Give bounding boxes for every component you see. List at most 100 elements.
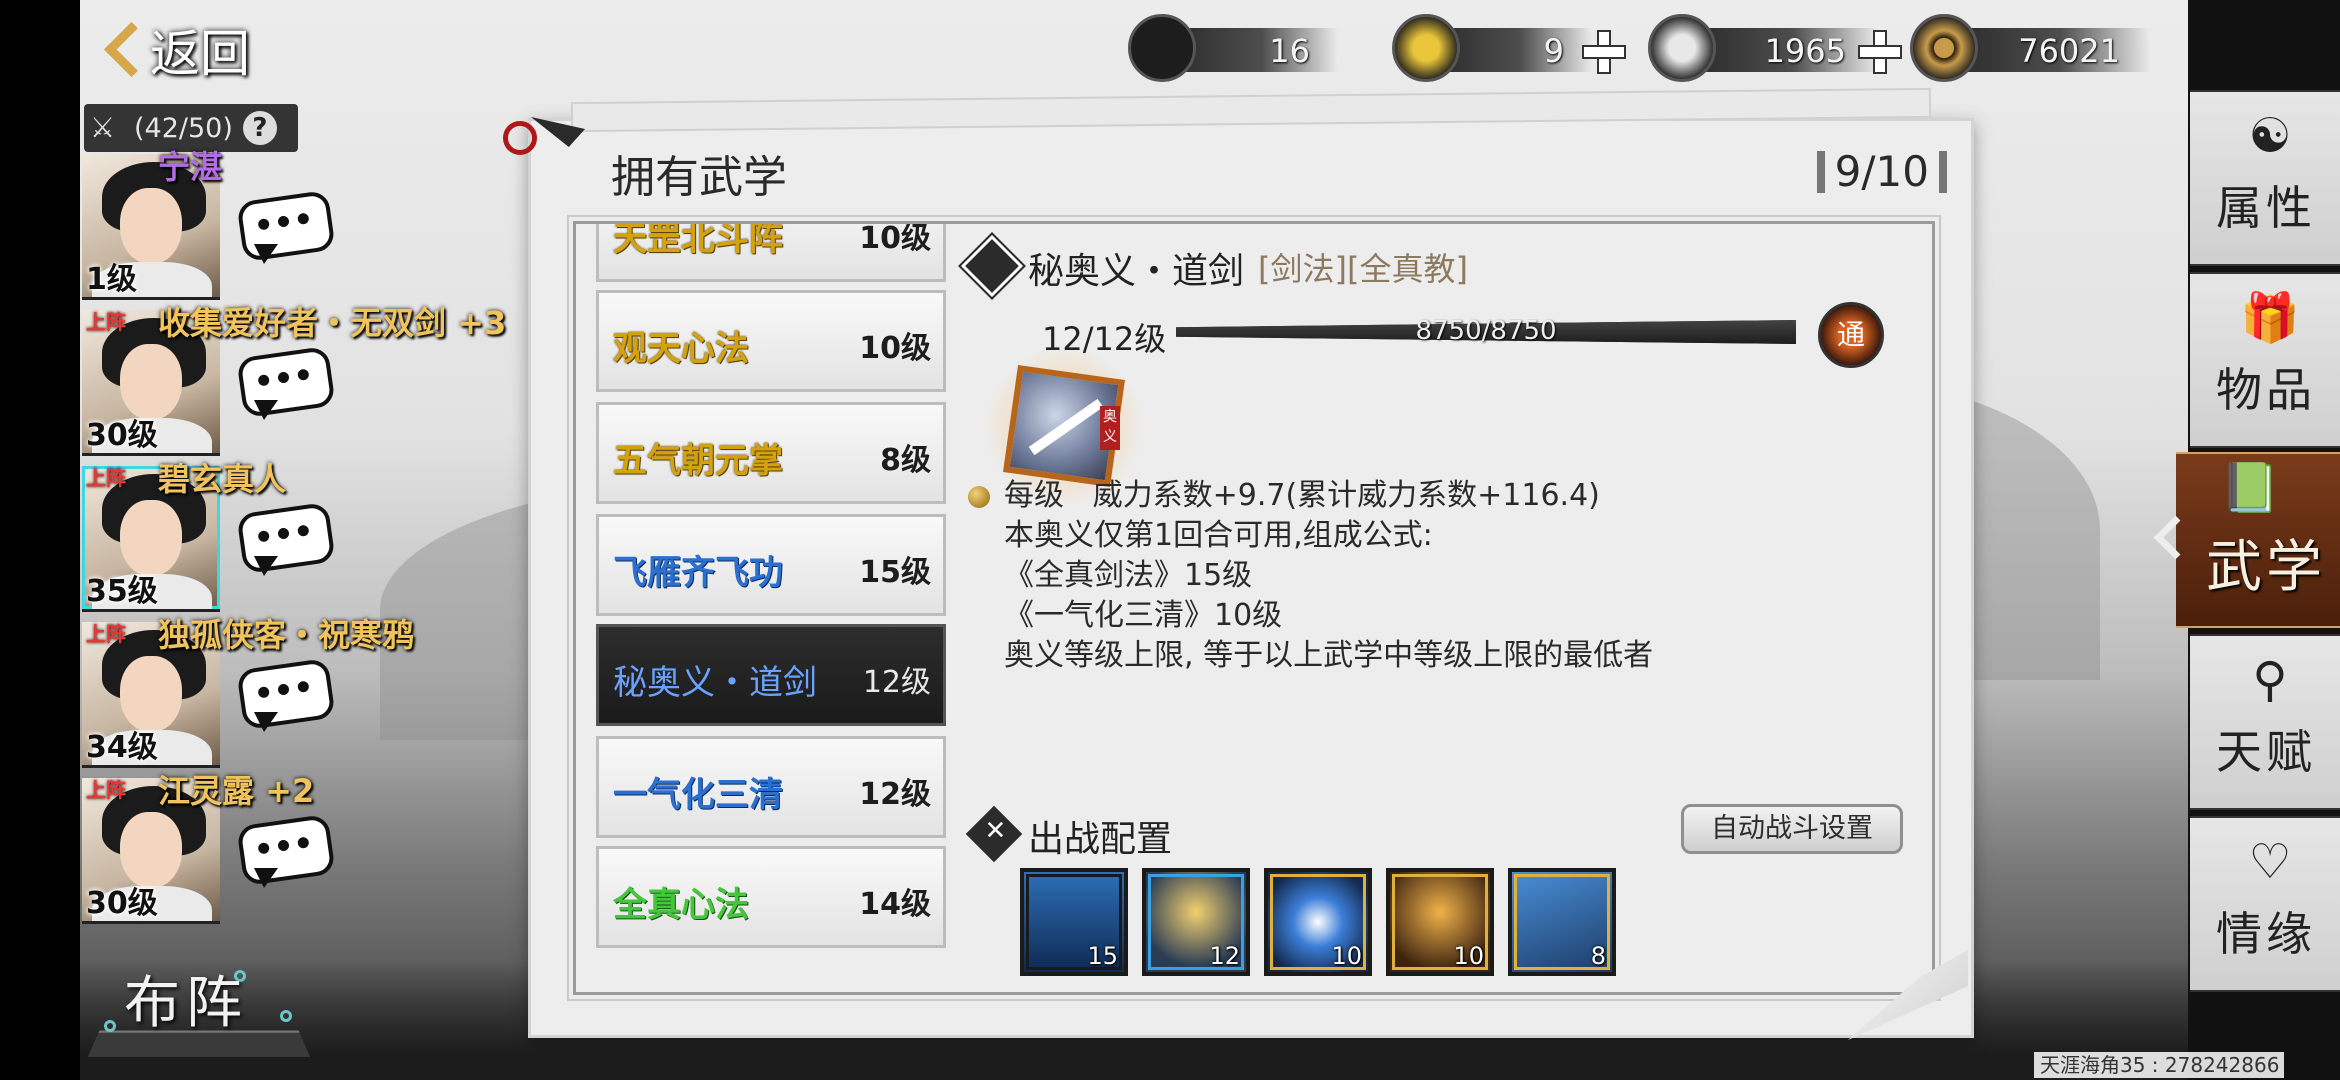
resource-tickets[interactable]: 16 bbox=[1128, 14, 1358, 84]
skill-item[interactable]: 飞雁齐飞功 15级 bbox=[596, 514, 946, 616]
chevron-left-icon bbox=[2148, 508, 2182, 568]
warrior-strike-slot[interactable]: 8 bbox=[1508, 868, 1616, 976]
skill-item[interactable]: 观天心法 10级 bbox=[596, 290, 946, 392]
copper-coin-icon bbox=[1910, 14, 1978, 82]
slot-level: 10 bbox=[1453, 942, 1484, 970]
skill-item-level: 12级 bbox=[862, 665, 931, 700]
skill-detail: 秘奥义・道剑 [剑法][全真教] 12/12级 8750/8750 通 奥义 每… bbox=[958, 224, 1924, 998]
skill-item-level: 12级 bbox=[859, 777, 931, 812]
hero-card[interactable]: 宁湛 1级 bbox=[82, 148, 392, 300]
monk-aura-slot[interactable]: 12 bbox=[1142, 868, 1250, 976]
skill-icon: 奥义 bbox=[984, 346, 1144, 506]
hero-name: 独孤侠客・祝寒鸦 bbox=[158, 616, 415, 654]
tab-label: 属性 bbox=[2216, 181, 2316, 235]
xp-text: 8750/8750 bbox=[1415, 316, 1557, 346]
add-gold-icon[interactable] bbox=[1582, 30, 1626, 74]
formation-label: 布阵 bbox=[124, 971, 248, 1036]
skill-item[interactable]: 全真心法 14级 bbox=[596, 846, 946, 948]
skill-tags: [剑法][全真教] bbox=[1258, 250, 1468, 288]
blue-wave-slot[interactable]: 10 bbox=[1264, 868, 1372, 976]
moon-bullet-icon bbox=[968, 486, 990, 508]
skill-item-name: 秘奥义・道剑 bbox=[613, 663, 817, 703]
resource-value: 76021 bbox=[2018, 32, 2120, 70]
hero-card[interactable]: 上阵 独孤侠客・祝寒鸦 34级 bbox=[82, 616, 414, 768]
tab-talent-node[interactable]: ⚲ 天赋 bbox=[2190, 634, 2340, 810]
formation-button[interactable]: 布阵 bbox=[84, 950, 314, 1060]
slot-level: 10 bbox=[1331, 942, 1362, 970]
ticket-icon bbox=[1128, 14, 1196, 82]
watermark: 天涯海角35 : 278242866 bbox=[2034, 1052, 2284, 1078]
hero-level: 30级 bbox=[86, 886, 158, 921]
tab-heart-knot[interactable]: ♡ 情缘 bbox=[2190, 816, 2340, 992]
heart-knot-icon: ♡ bbox=[2248, 834, 2292, 890]
skill-item[interactable]: 天罡北斗阵 10级 bbox=[596, 224, 946, 282]
hero-name: 江灵露 +2 bbox=[158, 772, 315, 810]
hero-name: 碧玄真人 bbox=[158, 460, 287, 498]
tab-label: 物品 bbox=[2216, 363, 2316, 417]
chat-bubble-icon[interactable] bbox=[236, 501, 336, 580]
chat-bubble-icon[interactable] bbox=[236, 189, 336, 268]
back-button[interactable]: 返回 bbox=[100, 10, 300, 90]
tab-book[interactable]: 📗 武学 bbox=[2176, 452, 2340, 628]
hero-card[interactable]: 上阵 碧玄真人 35级 bbox=[82, 460, 392, 612]
tab-mask[interactable]: ☯ 属性 bbox=[2190, 90, 2340, 266]
deployed-tag: 上阵 bbox=[86, 622, 126, 646]
skill-item-level: 8级 bbox=[880, 443, 931, 478]
skill-item-level: 14级 bbox=[859, 887, 931, 922]
deployed-tag: 上阵 bbox=[86, 778, 126, 802]
gold-bar-icon bbox=[1392, 14, 1460, 82]
skill-item-name: 一气化三清 bbox=[613, 775, 783, 815]
constellation-dot bbox=[280, 1010, 292, 1022]
slot-level: 12 bbox=[1209, 942, 1240, 970]
resource-silver[interactable]: 1965 bbox=[1648, 14, 1908, 84]
skill-list[interactable]: 天罡北斗阵 10级 观天心法 10级 五气朝元掌 8级 飞雁齐飞功 15级 秘奥义・道剑 12级一… bbox=[596, 224, 950, 998]
skill-title: 秘奥义・道剑 bbox=[1028, 251, 1245, 292]
panel-title: 拥有武学 bbox=[611, 152, 787, 203]
mask-icon: ☯ bbox=[2248, 108, 2292, 164]
roster-count-text: (42/50) bbox=[134, 112, 233, 144]
resource-gold[interactable]: 9 bbox=[1392, 14, 1632, 84]
auto-battle-settings-button[interactable]: 自动战斗设置 bbox=[1681, 804, 1903, 854]
hero-name: 宁湛 bbox=[158, 148, 223, 186]
help-button[interactable]: ? bbox=[242, 111, 277, 145]
skill-item-name: 五气朝元掌 bbox=[613, 441, 783, 481]
talent-node-icon: ⚲ bbox=[2252, 652, 2288, 708]
back-label: 返回 bbox=[150, 25, 250, 83]
tab-label: 天赋 bbox=[2216, 725, 2316, 779]
silver-ingot-icon bbox=[1648, 14, 1716, 82]
skill-count: 9/10 bbox=[1816, 147, 1948, 196]
hero-level: 34级 bbox=[86, 730, 158, 765]
martial-arts-panel: 拥有武学 9/10 天罡北斗阵 10级观天心法 10级五气朝元掌 8级飞雁齐飞功 15级… bbox=[503, 87, 1974, 1038]
add-silver-icon[interactable] bbox=[1858, 30, 1902, 74]
chat-bubble-icon[interactable] bbox=[236, 657, 336, 736]
book-icon: 📗 bbox=[2220, 460, 2280, 516]
hero-card[interactable]: 上阵 江灵露 +2 30级 bbox=[82, 772, 392, 924]
skill-item-name: 观天心法 bbox=[613, 329, 749, 369]
skill-item[interactable]: 一气化三清 12级 bbox=[596, 736, 946, 838]
skill-item[interactable]: 秘奥义・道剑 12级 bbox=[596, 624, 946, 726]
skill-item-name: 飞雁齐飞功 bbox=[613, 553, 783, 593]
resource-value: 9 bbox=[1543, 32, 1564, 70]
constellation-dot bbox=[104, 1020, 116, 1032]
skill-item[interactable]: 五气朝元掌 8级 bbox=[596, 402, 946, 504]
diamond-icon bbox=[958, 232, 1026, 300]
roster-icon: ⚔ bbox=[90, 111, 116, 144]
meditation-slot[interactable]: 10 bbox=[1386, 868, 1494, 976]
chat-bubble-icon[interactable] bbox=[236, 345, 336, 424]
resource-coins[interactable]: 76021 bbox=[1910, 14, 2160, 84]
tab-label: 武学 bbox=[2206, 535, 2326, 600]
resource-value: 1965 bbox=[1764, 32, 1846, 70]
tab-gift-box[interactable]: 🎁 物品 bbox=[2190, 272, 2340, 448]
deployed-tag: 上阵 bbox=[86, 310, 126, 334]
hero-level: 35级 bbox=[86, 574, 158, 609]
sword-light-slot[interactable]: 15 bbox=[1020, 868, 1128, 976]
hero-level: 1级 bbox=[86, 262, 137, 297]
tab-label: 情缘 bbox=[2216, 907, 2316, 961]
skill-item-level: 15级 bbox=[859, 555, 931, 590]
mastery-badge[interactable]: 通 bbox=[1818, 302, 1884, 368]
hero-name: 收集爱好者・无双剑 +3 bbox=[158, 304, 507, 342]
hero-card[interactable]: 上阵 收集爱好者・无双剑 +3 30级 bbox=[82, 304, 506, 456]
skill-seal: 奥义 bbox=[1100, 406, 1120, 450]
panel-frame: 天罡北斗阵 10级 观天心法 10级 五气朝元掌 8级 飞雁齐飞功 15级 秘奥义・道剑 12级一… bbox=[567, 215, 1941, 1001]
chat-bubble-icon[interactable] bbox=[236, 813, 336, 892]
